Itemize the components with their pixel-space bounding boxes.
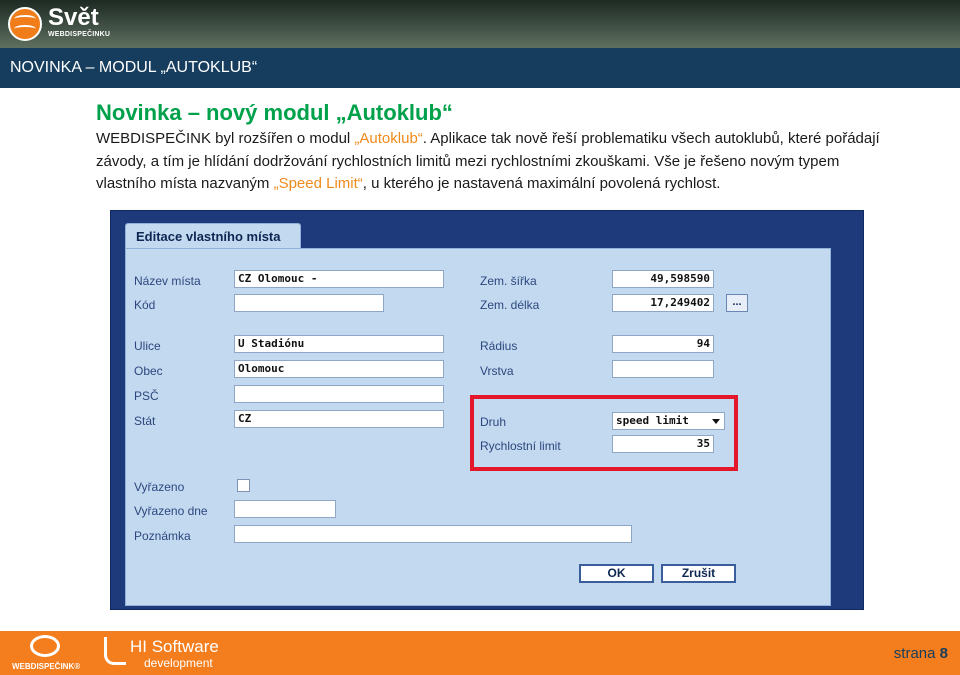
label-sirka: Zem. šířka: [480, 274, 537, 288]
page-number-value: 8: [939, 645, 948, 662]
cancel-button[interactable]: Zrušit: [661, 564, 736, 583]
tab-edit-custom-place[interactable]: Editace vlastního místa: [125, 223, 301, 249]
para-highlight-speed-limit: „Speed Limit“: [273, 175, 363, 192]
psc-input[interactable]: [234, 385, 444, 403]
section-title: NOVINKA – MODUL „AUTOKLUB“: [10, 59, 258, 76]
vyrazeno-checkbox[interactable]: [237, 479, 250, 492]
pick-coordinates-button[interactable]: ...: [726, 294, 748, 312]
hi-software-logo: HI Software development: [104, 637, 234, 671]
delka-input[interactable]: 17,249402: [612, 294, 714, 312]
label-vyrazeno: Vyřazeno: [134, 480, 185, 494]
page-label: strana: [893, 645, 940, 662]
label-psc: PSČ: [134, 389, 159, 403]
highlight-frame: [470, 395, 738, 471]
webdispecink-logo: WEBDISPEČINK®: [12, 635, 82, 673]
nazev-input[interactable]: CZ Olomouc -: [234, 270, 444, 288]
label-vrstva: Vrstva: [480, 364, 514, 378]
poznamka-input[interactable]: [234, 525, 632, 543]
ulice-input[interactable]: U Stadiónu: [234, 335, 444, 353]
webdispecink-emblem-icon: [30, 635, 60, 657]
webdispecink-logo-text: WEBDISPEČINK®: [12, 662, 81, 671]
vrstva-input[interactable]: [612, 360, 714, 378]
tab-label: Editace vlastního místa: [136, 229, 281, 244]
vyrazeno-dne-input[interactable]: [234, 500, 336, 518]
label-ulice: Ulice: [134, 339, 161, 353]
top-bar: Svět WEBDISPEČINKU: [0, 0, 960, 48]
label-obec: Obec: [134, 364, 163, 378]
ok-button[interactable]: OK: [579, 564, 654, 583]
app-screenshot: Editace vlastního místa Název místa CZ O…: [110, 210, 864, 610]
para-highlight-autoklub: „Autoklub“: [354, 130, 423, 147]
sirka-input[interactable]: 49,598590: [612, 270, 714, 288]
page-number: strana 8: [894, 645, 948, 662]
globe-icon: [8, 7, 42, 41]
hi-software-subtitle: development: [144, 656, 213, 670]
obec-input[interactable]: Olomouc: [234, 360, 444, 378]
radius-input[interactable]: 94: [612, 335, 714, 353]
footer-bar: WEBDISPEČINK® HI Software development st…: [0, 631, 960, 675]
kod-input[interactable]: [234, 294, 384, 312]
label-stat: Stát: [134, 414, 156, 428]
section-bar: NOVINKA – MODUL „AUTOKLUB“: [0, 48, 960, 88]
label-nazev: Název místa: [134, 274, 201, 288]
para-text-1: WEBDISPEČINK byl rozšířen o modul: [96, 130, 355, 147]
hi-software-emblem-icon: [104, 637, 126, 665]
label-delka: Zem. délka: [480, 298, 540, 312]
label-kod: Kód: [134, 298, 156, 312]
stat-input[interactable]: CZ: [234, 410, 444, 428]
edit-form-panel: Název místa CZ Olomouc - Kód Ulice U Sta…: [125, 248, 831, 606]
para-text-3: , u kterého je nastavená maximální povol…: [362, 175, 721, 192]
slide-heading: Novinka – nový modul „Autoklub“: [96, 100, 453, 125]
svet-webdispecinku-logo: Svět WEBDISPEČINKU: [8, 4, 110, 43]
label-poznamka: Poznámka: [134, 529, 191, 543]
logo-title: Svět: [48, 4, 99, 31]
label-vyrazeno-dne: Vyřazeno dne: [134, 504, 208, 518]
logo-subtitle: WEBDISPEČINKU: [48, 31, 111, 38]
hi-software-title: HI Software: [130, 637, 219, 656]
label-radius: Rádius: [480, 339, 518, 353]
slide-paragraph: WEBDISPEČINK byl rozšířen o modul „Autok…: [96, 128, 896, 196]
